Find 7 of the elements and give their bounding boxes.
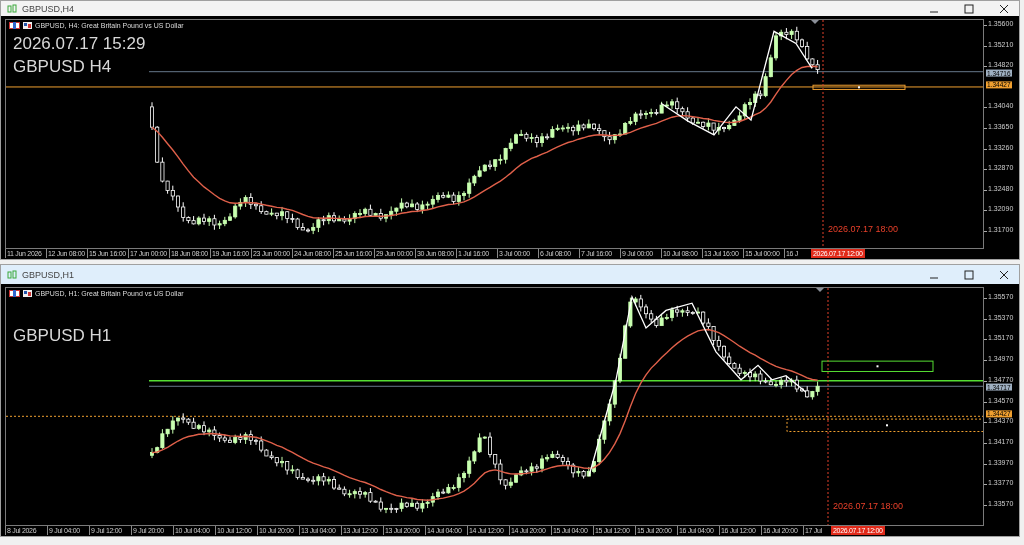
- chart-label: GBPUSD H1: [13, 326, 112, 346]
- chart-label: GBPUSD H4: [13, 57, 112, 77]
- window-title: GBPUSD,H1: [22, 269, 74, 280]
- chart-label: 2026.07.17 15:29: [13, 34, 146, 54]
- window-title: GBPUSD,H4: [22, 3, 74, 14]
- cursor-time-label: 2026.07.17 18:00: [833, 501, 904, 511]
- cursor-time-label: 2026.07.17 18:00: [828, 224, 899, 234]
